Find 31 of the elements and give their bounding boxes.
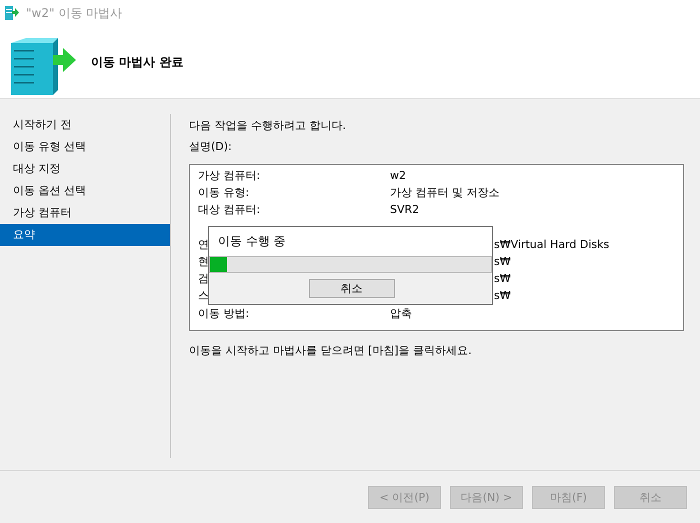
server-arrow-icon	[4, 5, 20, 21]
sidebar-item[interactable]: 요약	[0, 224, 170, 246]
detail-label: 가상 컴퓨터:	[198, 168, 260, 184]
sidebar-item[interactable]: 이동 유형 선택	[0, 136, 170, 158]
detail-value: w2	[390, 168, 406, 184]
sidebar-item[interactable]: 대상 지정	[0, 158, 170, 180]
detail-label: 이동 유형:	[198, 185, 250, 202]
page-heading: 이동 마법사 완료	[91, 54, 184, 70]
detail-value: 가상 컴퓨터 및 저장소	[390, 185, 500, 202]
detail-value: s₩Virtual Hard Disks	[494, 236, 610, 253]
sidebar-item[interactable]: 가상 컴퓨터	[0, 202, 170, 224]
instruction-text: 이동을 시작하고 마법사를 닫으려면 [마침]을 클릭하세요.	[189, 343, 473, 358]
detail-label: 스	[198, 288, 209, 304]
dialog-title: 이동 수행 중	[218, 233, 286, 250]
cancel-button[interactable]: 취소	[308, 279, 394, 298]
detail-value: 압축	[390, 306, 412, 322]
window-title: "w2" 이동 마법사	[26, 4, 122, 22]
detail-label: 현	[198, 254, 209, 270]
sidebar-item[interactable]: 시작하기 전	[0, 114, 170, 136]
detail-value: s₩	[494, 271, 511, 288]
detail-label: 대상 컴퓨터:	[198, 202, 260, 218]
intro-text: 다음 작업을 수행하려고 합니다.	[189, 118, 347, 134]
detail-value: s₩	[494, 288, 511, 304]
sidebar-item[interactable]: 이동 옵션 선택	[0, 180, 170, 202]
detail-label: 검	[198, 271, 209, 288]
description-label: 설명(D):	[189, 139, 233, 155]
detail-value: SVR2	[390, 202, 420, 218]
detail-label: 이동 방법:	[198, 306, 250, 322]
detail-label: 연	[198, 236, 209, 253]
detail-value: s₩	[494, 254, 511, 270]
server-arrow-icon	[8, 35, 78, 95]
